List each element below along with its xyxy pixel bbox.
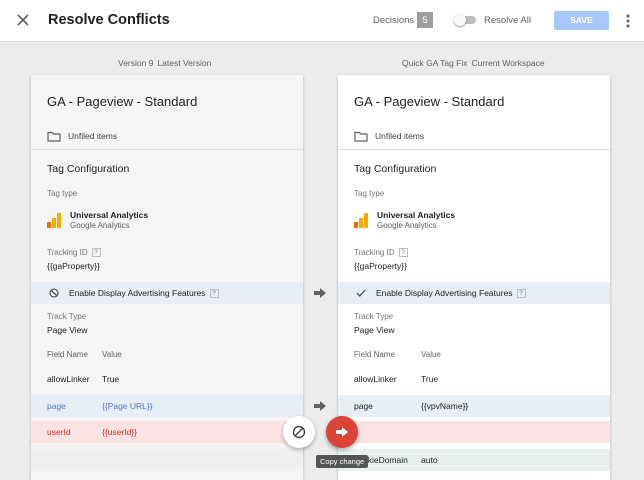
value-header: Value (102, 350, 122, 359)
right-version-label: Quick GA Tag Fix Current Workspace (402, 58, 545, 68)
copy-change-button[interactable] (326, 416, 358, 448)
field-name-cell: page (47, 401, 66, 411)
advertising-label: Enable Display Advertising Features? (69, 288, 219, 299)
close-icon[interactable] (14, 11, 32, 29)
folder-icon (47, 131, 61, 142)
field-name-cell: allowLinker (47, 374, 90, 384)
divider (31, 149, 303, 150)
left-version-name: Version 9 (118, 58, 154, 68)
advertising-label-text: Enable Display Advertising Features (376, 288, 513, 298)
right-version-sub: Current Workspace (471, 58, 545, 68)
field-value-cell: True (102, 374, 120, 384)
changed-field-row: page {{vpvName}} (338, 395, 610, 417)
copy-arrow-icon[interactable] (313, 287, 327, 299)
left-version-label: Version 9 Latest Version (118, 58, 211, 68)
google-analytics-icon (47, 213, 61, 228)
advertising-label: Enable Display Advertising Features? (376, 288, 526, 299)
tag-type-label: Tag type (354, 189, 385, 198)
value-header: Value (421, 350, 441, 359)
folder-name: Unfiled items (68, 131, 118, 141)
folder-icon (354, 131, 368, 142)
advertising-row: Enable Display Advertising Features? (338, 282, 610, 304)
removed-field-row: userId {{userId}} (31, 421, 303, 443)
help-icon[interactable]: ? (516, 289, 526, 299)
section-title: Tag Configuration (47, 163, 130, 175)
changed-field-row: page {{Page URL}} (31, 395, 303, 417)
copy-change-tooltip: Copy change (316, 455, 369, 468)
field-name-cell: userId (47, 427, 71, 437)
advertising-row: Enable Display Advertising Features? (31, 282, 303, 304)
removed-field-row-placeholder (338, 421, 610, 443)
tracking-id-value: {{gaProperty}} (354, 261, 407, 271)
field-name-header: Field Name (354, 350, 395, 359)
reject-change-button[interactable] (283, 416, 315, 448)
field-value-cell: auto (421, 455, 438, 465)
field-value-cell: {{Page URL}} (102, 401, 153, 411)
tracking-id-label-text: Tracking ID (47, 248, 88, 257)
empty-added-row (31, 449, 303, 471)
page-title: Resolve Conflicts (48, 12, 170, 28)
field-value-cell: {{vpvName}} (421, 401, 469, 411)
tag-type-sub: Google Analytics (377, 221, 437, 230)
disabled-icon (49, 288, 59, 298)
tracking-id-value: {{gaProperty}} (47, 261, 100, 271)
folder-row: Unfiled items (31, 125, 303, 149)
tag-type-name: Universal Analytics (377, 210, 456, 220)
track-type-label: Track Type (47, 312, 87, 321)
copy-arrow-icon[interactable] (313, 400, 327, 412)
field-value-cell: True (421, 374, 439, 384)
tracking-id-label: Tracking ID? (47, 248, 101, 258)
more-vert-icon[interactable] (622, 12, 634, 30)
decisions-label: Decisions (373, 15, 415, 26)
track-type-label: Track Type (354, 312, 394, 321)
right-version-name: Quick GA Tag Fix (402, 58, 468, 68)
tracking-id-label: Tracking ID? (354, 248, 408, 258)
track-type-value: Page View (47, 325, 88, 335)
tag-type-label: Tag type (47, 189, 78, 198)
arrow-right-icon (336, 427, 348, 437)
field-name-header: Field Name (47, 350, 88, 359)
field-name-cell: page (354, 401, 373, 411)
advertising-label-text: Enable Display Advertising Features (69, 288, 206, 298)
tag-type-sub: Google Analytics (70, 221, 130, 230)
decisions-count-badge: 5 (417, 12, 433, 28)
tag-type-name: Universal Analytics (70, 210, 149, 220)
right-version-card: GA - Pageview - Standard Unfiled items T… (338, 75, 610, 480)
left-version-sub: Latest Version (157, 58, 212, 68)
left-version-card: GA - Pageview - Standard Unfiled items T… (31, 75, 303, 480)
check-icon (356, 289, 366, 297)
resolve-all-label: Resolve All (484, 15, 531, 26)
block-icon (292, 425, 306, 439)
tag-name: GA - Pageview - Standard (47, 94, 198, 109)
added-field-row: cookieDomain auto (338, 449, 610, 471)
resolve-all-toggle[interactable] (454, 14, 476, 26)
tracking-id-label-text: Tracking ID (354, 248, 395, 257)
toggle-knob (454, 14, 466, 26)
save-button[interactable]: SAVE (554, 11, 609, 30)
help-icon[interactable]: ? (398, 248, 408, 258)
folder-row: Unfiled items (338, 125, 610, 149)
field-name-cell: allowLinker (354, 374, 397, 384)
help-icon[interactable]: ? (209, 289, 219, 299)
google-analytics-icon (354, 213, 368, 228)
divider (338, 149, 610, 150)
header-bar: Resolve Conflicts Decisions 5 Resolve Al… (0, 0, 644, 42)
help-icon[interactable]: ? (91, 248, 101, 258)
track-type-value: Page View (354, 325, 395, 335)
section-title: Tag Configuration (354, 163, 437, 175)
field-value-cell: {{userId}} (102, 427, 137, 437)
folder-name: Unfiled items (375, 131, 425, 141)
tag-name: GA - Pageview - Standard (354, 94, 505, 109)
